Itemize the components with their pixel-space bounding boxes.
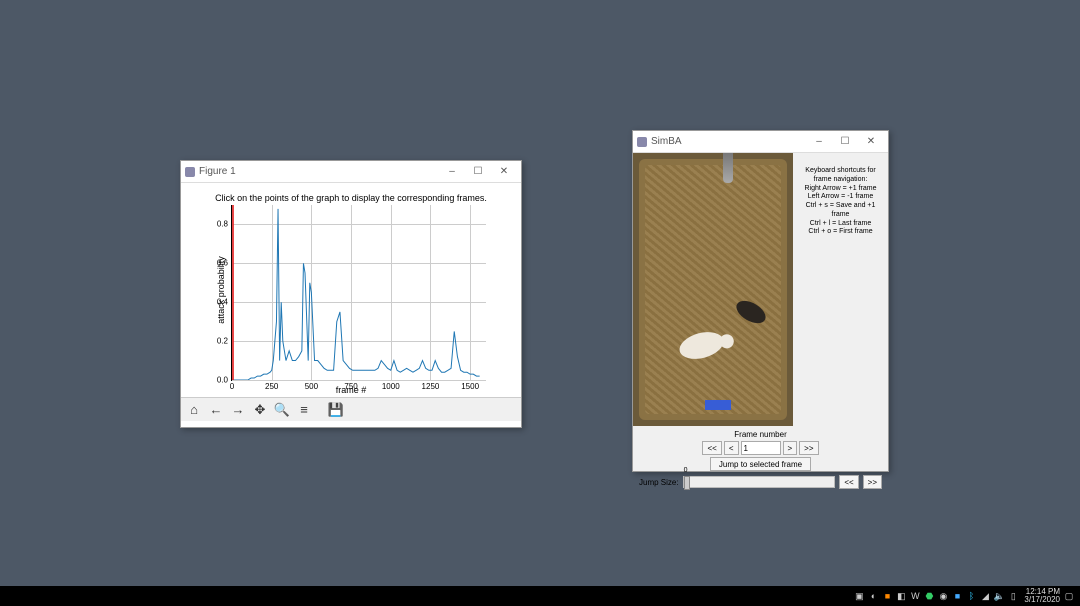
taskbar-clock[interactable]: 12:14 PM 3/17/2020 bbox=[1024, 588, 1060, 605]
simba-titlebar[interactable]: SimBA – ☐ ✕ bbox=[633, 131, 888, 153]
help-line: Ctrl + l = Last frame bbox=[797, 220, 884, 229]
tray-icon[interactable]: ◐ bbox=[867, 590, 879, 602]
next-frame-button[interactable]: > bbox=[783, 441, 798, 455]
maximize-button[interactable]: ☐ bbox=[465, 163, 491, 181]
python-icon bbox=[637, 137, 647, 147]
maximize-button[interactable]: ☐ bbox=[832, 133, 858, 151]
save-button[interactable]: 💾 bbox=[325, 399, 347, 421]
mpl-toolbar: ⌂ ← → ✥ 🔍 ≡ 💾 bbox=[181, 397, 521, 421]
close-button[interactable]: ✕ bbox=[858, 133, 884, 151]
simba-title: SimBA bbox=[651, 136, 682, 147]
prev-frame-button[interactable]: < bbox=[724, 441, 739, 455]
tray-icon[interactable]: ⬣ bbox=[923, 590, 935, 602]
home-button[interactable]: ⌂ bbox=[183, 399, 205, 421]
video-frame bbox=[633, 153, 793, 426]
help-header: Keyboard shortcuts for frame navigation: bbox=[797, 167, 884, 185]
jump-size-slider[interactable]: 0 bbox=[683, 476, 836, 488]
tray-icon[interactable]: ■ bbox=[951, 590, 963, 602]
tray-icon[interactable]: ◧ bbox=[895, 590, 907, 602]
frame-number-input[interactable] bbox=[741, 441, 781, 455]
tray-icon[interactable]: W bbox=[909, 590, 921, 602]
first-frame-button[interactable]: << bbox=[702, 441, 721, 455]
zoom-button[interactable]: 🔍 bbox=[271, 399, 293, 421]
tray-icon[interactable]: ▣ bbox=[853, 590, 865, 602]
close-button[interactable]: ✕ bbox=[491, 163, 517, 181]
subplots-button[interactable]: ≡ bbox=[293, 399, 315, 421]
figure-window: Figure 1 – ☐ ✕ Click on the points of th… bbox=[180, 160, 522, 428]
taskbar-date: 3/17/2020 bbox=[1024, 596, 1060, 604]
network-icon[interactable]: ◢ bbox=[979, 590, 991, 602]
help-line: Ctrl + s = Save and +1 frame bbox=[797, 202, 884, 220]
battery-icon[interactable]: ▯ bbox=[1007, 590, 1019, 602]
video-overlay-label bbox=[705, 400, 731, 410]
tray-icon[interactable]: ■ bbox=[881, 590, 893, 602]
help-line: Ctrl + o = First frame bbox=[797, 228, 884, 237]
jump-back-button[interactable]: << bbox=[839, 475, 858, 489]
minimize-button[interactable]: – bbox=[439, 163, 465, 181]
taskbar[interactable]: ▣ ◐ ■ ◧ W ⬣ ◉ ■ ᛒ ◢ 🔈 ▯ 12:14 PM 3/17/20… bbox=[0, 586, 1080, 606]
figure-title: Figure 1 bbox=[199, 166, 236, 177]
simba-window: SimBA – ☐ ✕ Keyboard shortcuts for frame… bbox=[632, 130, 889, 472]
tray-icon[interactable]: ◉ bbox=[937, 590, 949, 602]
pan-button[interactable]: ✥ bbox=[249, 399, 271, 421]
python-icon bbox=[185, 167, 195, 177]
chart-title: Click on the points of the graph to disp… bbox=[181, 193, 521, 203]
back-button[interactable]: ← bbox=[205, 399, 227, 421]
plot-box[interactable]: 0.00.20.40.60.80250500750100012501500 bbox=[231, 205, 486, 381]
minimize-button[interactable]: – bbox=[806, 133, 832, 151]
forward-button[interactable]: → bbox=[227, 399, 249, 421]
bluetooth-icon[interactable]: ᛒ bbox=[965, 590, 977, 602]
chart-area[interactable]: Click on the points of the graph to disp… bbox=[181, 183, 521, 397]
help-line: Left Arrow = -1 frame bbox=[797, 193, 884, 202]
last-frame-button[interactable]: >> bbox=[799, 441, 818, 455]
help-line: Right Arrow = +1 frame bbox=[797, 185, 884, 194]
water-nozzle bbox=[723, 153, 733, 183]
notifications-icon[interactable]: ▢ bbox=[1063, 590, 1075, 602]
jump-to-frame-button[interactable]: Jump to selected frame bbox=[710, 457, 811, 471]
figure-titlebar[interactable]: Figure 1 – ☐ ✕ bbox=[181, 161, 521, 183]
volume-icon[interactable]: 🔈 bbox=[993, 590, 1005, 602]
help-panel: Keyboard shortcuts for frame navigation:… bbox=[793, 153, 888, 428]
jump-size-label: Jump Size: bbox=[639, 478, 679, 487]
frame-controls: Frame number << < > >> Jump to selected … bbox=[633, 428, 888, 493]
jump-size-value: 0 bbox=[684, 467, 688, 474]
frame-number-label: Frame number bbox=[639, 430, 882, 439]
jump-forward-button[interactable]: >> bbox=[863, 475, 882, 489]
